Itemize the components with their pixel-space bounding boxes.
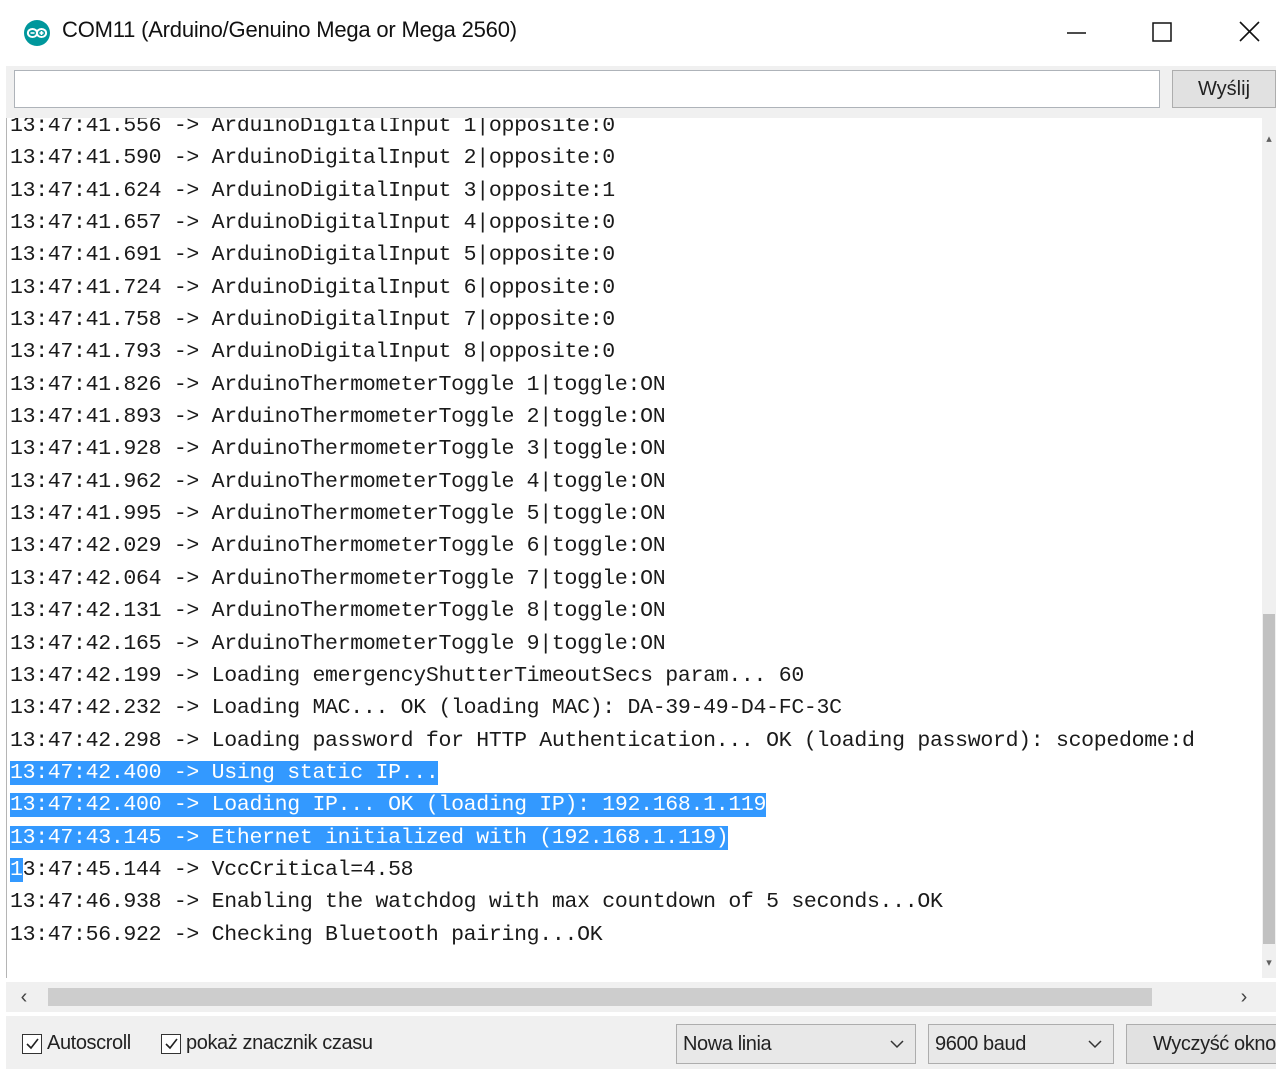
checkmark-icon [26, 1038, 39, 1049]
serial-line-text: 13:47:41.995 -> ArduinoThermometerToggle… [10, 502, 666, 527]
serial-output-line: 13:47:41.724 -> ArduinoDigitalInput 6|op… [10, 272, 1195, 304]
serial-line-text: 13:47:42.298 -> Loading password for HTT… [10, 728, 1195, 753]
checkbox-box[interactable] [161, 1033, 181, 1054]
serial-output-line: 13:47:41.624 -> ArduinoDigitalInput 3|op… [10, 175, 1195, 207]
serial-output-line: 13:47:41.758 -> ArduinoDigitalInput 7|op… [10, 304, 1195, 336]
close-button[interactable] [1230, 14, 1270, 50]
serial-line-text: 13:47:42.199 -> Loading emergencyShutter… [10, 663, 804, 688]
serial-output-line: 13:47:41.995 -> ArduinoThermometerToggle… [10, 498, 1195, 530]
bottom-toolbar: Autoscroll pokaż znacznik czasu Nowa lin… [6, 1016, 1276, 1069]
close-icon [1239, 21, 1260, 42]
serial-line-text: 13:47:41.826 -> ArduinoThermometerToggle… [10, 372, 666, 397]
clear-output-button[interactable]: Wyczyść okno [1126, 1024, 1276, 1064]
serial-line-text: 13:47:42.029 -> ArduinoThermometerToggle… [10, 534, 666, 559]
serial-output-line: 13:47:42.400 -> Loading IP... OK (loadin… [10, 789, 1195, 821]
serial-output-line: 13:47:56.922 -> Checking Bluetooth pairi… [10, 919, 1195, 951]
serial-output-line: 13:47:42.165 -> ArduinoThermometerToggle… [10, 628, 1195, 660]
line-ending-value: Nowa linia [683, 1033, 772, 1055]
serial-output-line: 13:47:42.298 -> Loading password for HTT… [10, 725, 1195, 757]
serial-output-area[interactable]: 13:47:41.556 -> ArduinoDigitalInput 1|op… [6, 118, 1263, 978]
serial-send-input[interactable] [14, 70, 1160, 108]
serial-output-line: 13:47:42.131 -> ArduinoThermometerToggle… [10, 595, 1195, 627]
line-ending-select[interactable]: Nowa linia [676, 1024, 916, 1064]
serial-line-text: 13:47:41.590 -> ArduinoDigitalInput 2|op… [10, 146, 615, 171]
show-timestamp-label: pokaż znacznik czasu [186, 1032, 373, 1054]
serial-output-line: 13:47:42.232 -> Loading MAC... OK (loadi… [10, 692, 1195, 724]
serial-output-line: 13:47:45.144 -> VccCritical=4.58 [10, 854, 1195, 886]
baud-rate-value: 9600 baud [935, 1033, 1026, 1055]
serial-line-text: 13:47:41.724 -> ArduinoDigitalInput 6|op… [10, 275, 615, 300]
checkbox-box[interactable] [22, 1033, 42, 1054]
serial-line-text: 13:47:42.232 -> Loading MAC... OK (loadi… [10, 696, 842, 721]
serial-output-line: 13:47:41.556 -> ArduinoDigitalInput 1|op… [10, 118, 1195, 142]
serial-output-line: 13:47:41.793 -> ArduinoDigitalInput 8|op… [10, 336, 1195, 368]
serial-line-text: 13:47:41.624 -> ArduinoDigitalInput 3|op… [10, 178, 615, 203]
serial-output-line: 13:47:42.199 -> Loading emergencyShutter… [10, 660, 1195, 692]
horizontal-scroll-thumb[interactable] [48, 988, 1152, 1006]
serial-output-line: 13:47:41.962 -> ArduinoThermometerToggle… [10, 466, 1195, 498]
serial-output-line: 13:47:42.400 -> Using static IP... [10, 757, 1195, 789]
selected-text: 13:47:42.400 -> Loading IP... OK (loadin… [10, 793, 767, 818]
serial-line-text: 13:47:41.893 -> ArduinoThermometerToggle… [10, 405, 666, 430]
vertical-scroll-thumb[interactable] [1263, 614, 1275, 944]
serial-line-text: 13:47:46.938 -> Enabling the watchdog wi… [10, 890, 943, 915]
show-timestamp-checkbox[interactable]: pokaż znacznik czasu [161, 1032, 373, 1056]
arduino-logo-icon [24, 20, 50, 46]
send-button[interactable]: Wyślij [1172, 70, 1276, 108]
serial-output-line: 13:47:41.590 -> ArduinoDigitalInput 2|op… [10, 142, 1195, 174]
serial-line-text: 13:47:41.928 -> ArduinoThermometerToggle… [10, 437, 666, 462]
window-title: COM11 (Arduino/Genuino Mega or Mega 2560… [62, 17, 517, 42]
serial-line-text: 13:47:41.962 -> ArduinoThermometerToggle… [10, 469, 666, 494]
selected-text: 1 [10, 857, 23, 882]
autoscroll-checkbox[interactable]: Autoscroll [22, 1032, 131, 1056]
serial-output-line: 13:47:41.893 -> ArduinoThermometerToggle… [10, 401, 1195, 433]
minimize-icon [1067, 32, 1086, 34]
minimize-button[interactable] [1057, 14, 1097, 50]
baud-rate-select[interactable]: 9600 baud [928, 1024, 1114, 1064]
horizontal-scrollbar[interactable]: ‹ › [6, 982, 1276, 1012]
checkmark-icon [165, 1038, 178, 1049]
serial-line-text: 13:47:41.691 -> ArduinoDigitalInput 5|op… [10, 243, 615, 268]
serial-output-line: 13:47:41.691 -> ArduinoDigitalInput 5|op… [10, 239, 1195, 271]
send-bar: Wyślij [6, 66, 1276, 118]
autoscroll-label: Autoscroll [47, 1032, 131, 1054]
serial-output-line: 13:47:43.145 -> Ethernet initialized wit… [10, 822, 1195, 854]
chevron-down-icon [1088, 1040, 1102, 1049]
scroll-right-icon[interactable]: › [1234, 986, 1254, 1008]
serial-output-line: 13:47:46.938 -> Enabling the watchdog wi… [10, 886, 1195, 918]
serial-line-text: 13:47:41.758 -> ArduinoDigitalInput 7|op… [10, 308, 615, 333]
serial-output-line: 13:47:41.928 -> ArduinoThermometerToggle… [10, 433, 1195, 465]
serial-line-text: 13:47:56.922 -> Checking Bluetooth pairi… [10, 922, 603, 947]
scroll-left-icon[interactable]: ‹ [14, 986, 34, 1008]
selected-text: 13:47:42.400 -> Using static IP... [10, 760, 439, 785]
title-bar: COM11 (Arduino/Genuino Mega or Mega 2560… [0, 0, 1276, 66]
serial-output-lines: 13:47:41.556 -> ArduinoDigitalInput 1|op… [10, 118, 1195, 951]
serial-line-text: 13:47:42.064 -> ArduinoThermometerToggle… [10, 566, 666, 591]
serial-line-text: 13:47:42.165 -> ArduinoThermometerToggle… [10, 631, 666, 656]
selected-text: 13:47:43.145 -> Ethernet initialized wit… [10, 825, 729, 850]
serial-line-text: 3:47:45.144 -> VccCritical=4.58 [22, 857, 414, 882]
serial-output-line: 13:47:41.826 -> ArduinoThermometerToggle… [10, 369, 1195, 401]
serial-line-text: 13:47:41.657 -> ArduinoDigitalInput 4|op… [10, 211, 615, 236]
serial-line-text: 13:47:41.556 -> ArduinoDigitalInput 1|op… [10, 118, 615, 138]
serial-output-line: 13:47:41.657 -> ArduinoDigitalInput 4|op… [10, 207, 1195, 239]
maximize-button[interactable] [1143, 14, 1183, 50]
vertical-scrollbar[interactable]: ▴ ▾ [1262, 118, 1276, 978]
scroll-up-icon[interactable]: ▴ [1264, 132, 1274, 146]
maximize-icon [1152, 22, 1172, 42]
scroll-down-icon[interactable]: ▾ [1264, 956, 1274, 970]
chevron-down-icon [890, 1040, 904, 1049]
serial-line-text: 13:47:42.131 -> ArduinoThermometerToggle… [10, 599, 666, 624]
serial-output-line: 13:47:42.064 -> ArduinoThermometerToggle… [10, 563, 1195, 595]
serial-output-line: 13:47:42.029 -> ArduinoThermometerToggle… [10, 530, 1195, 562]
serial-line-text: 13:47:41.793 -> ArduinoDigitalInput 8|op… [10, 340, 615, 365]
